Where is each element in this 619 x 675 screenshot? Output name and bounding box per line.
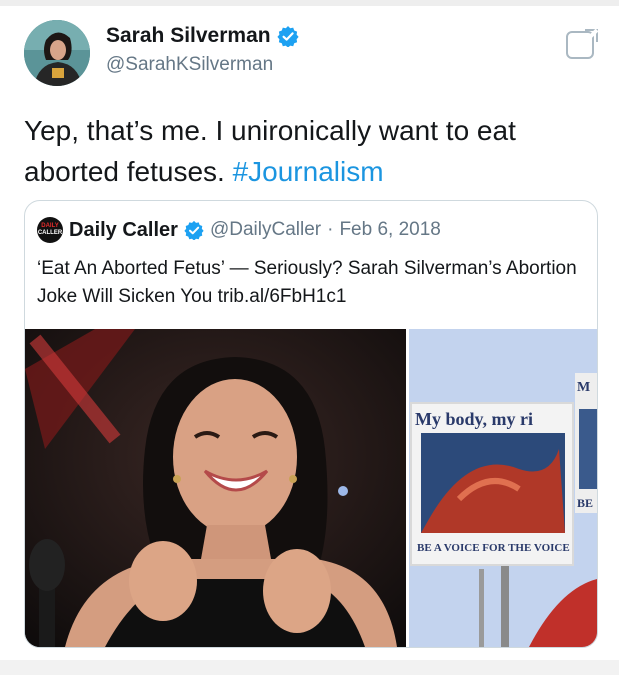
- tweet-text: Yep, that’s me. I unironically want to e…: [24, 110, 594, 192]
- quoted-display-name[interactable]: Daily Caller: [69, 219, 178, 242]
- side-sign-top: M: [577, 380, 590, 395]
- side-sign-bottom: BE: [577, 496, 593, 510]
- avatar[interactable]: [24, 20, 90, 86]
- tweet-screenshot: Sarah Silverman @SarahKSilverman Yep, th…: [0, 0, 619, 675]
- logo-line-2: CALLER: [37, 230, 63, 236]
- top-divider: [0, 0, 619, 6]
- avatar-image: [24, 20, 90, 86]
- quoted-header: DAILY CALLER Daily Caller @DailyCaller ·…: [37, 217, 441, 243]
- quoted-verified-badge-icon: [184, 220, 204, 241]
- logo-line-1: DAILY: [41, 223, 59, 229]
- sign-headline: My body, my ri: [415, 409, 533, 429]
- quoted-date[interactable]: Feb 6, 2018: [339, 219, 440, 241]
- author-display-name[interactable]: Sarah Silverman: [106, 24, 271, 48]
- share-icon[interactable]: [565, 28, 599, 60]
- author-name-row: Sarah Silverman: [106, 24, 299, 48]
- quoted-text: ‘Eat An Aborted Fetus’ — Seriously? Sara…: [37, 258, 577, 307]
- verified-badge-icon: [276, 25, 299, 48]
- sign-footer: BE A VOICE FOR THE VOICE: [417, 542, 570, 554]
- photo-protest-sign[interactable]: M BE My body, my ri BE A VOICE FOR THE V…: [409, 329, 597, 647]
- daily-caller-logo: DAILY CALLER: [37, 217, 63, 243]
- quoted-handle[interactable]: @DailyCaller: [210, 219, 321, 241]
- hashtag-link[interactable]: #Journalism: [233, 156, 384, 187]
- quoted-tweet-card[interactable]: DAILY CALLER Daily Caller @DailyCaller ·…: [24, 200, 598, 648]
- photo-woman-smiling[interactable]: [25, 329, 406, 647]
- author-handle[interactable]: @SarahKSilverman: [106, 54, 273, 76]
- bottom-divider: [0, 660, 619, 675]
- quoted-separator: ·: [327, 219, 334, 240]
- quoted-media[interactable]: M BE My body, my ri BE A VOICE FOR THE V…: [25, 329, 597, 647]
